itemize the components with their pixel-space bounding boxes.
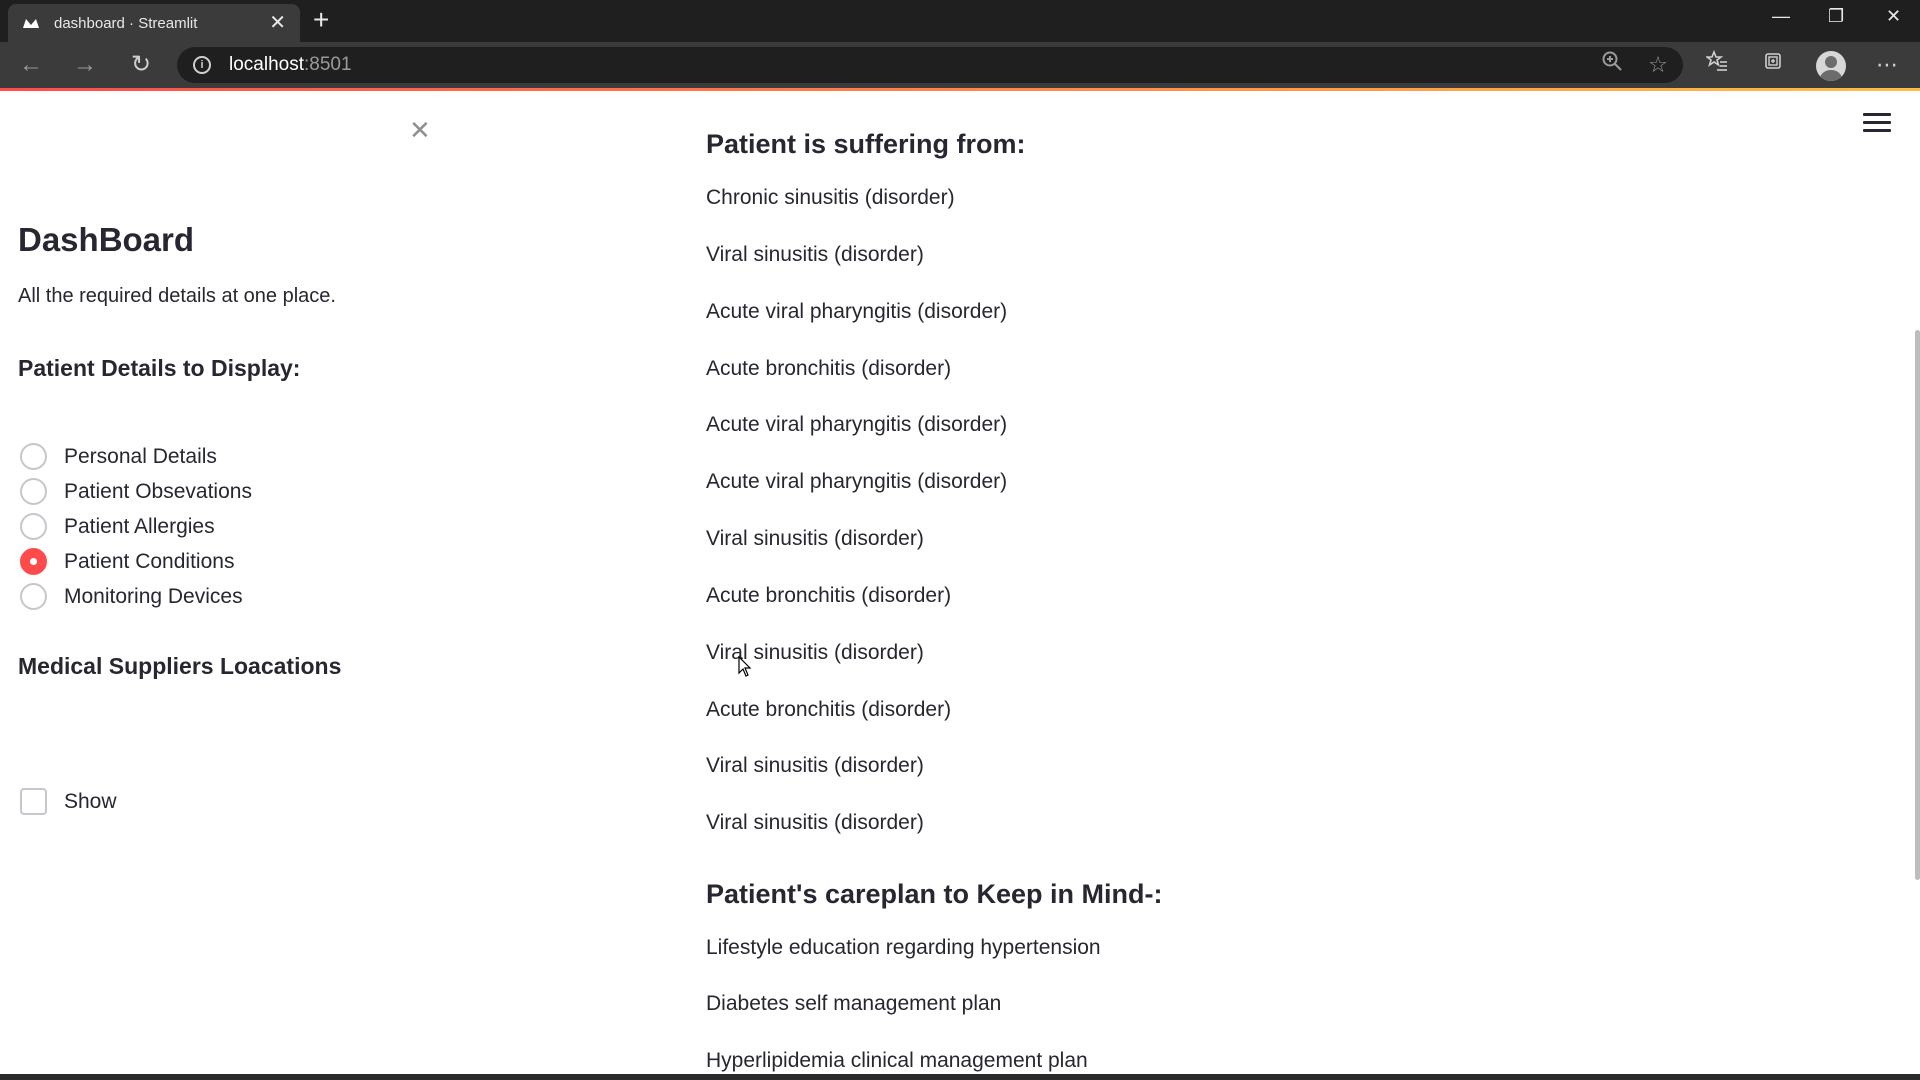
radio-option-patient-conditions[interactable]: Patient Conditions [20, 544, 252, 579]
radio-option-patient-allergies[interactable]: Patient Allergies [20, 509, 252, 544]
browser-tab-bar: dashboard · Streamlit ✕ + — ❐ ✕ [0, 0, 1920, 42]
sidebar: ✕ DashBoard All the required details at … [0, 91, 458, 1080]
condition-item: Viral sinusitis (disorder) [706, 811, 924, 834]
conditions-heading: Patient is suffering from: [706, 129, 1026, 159]
browser-tab[interactable]: dashboard · Streamlit ✕ [8, 4, 300, 42]
site-info-icon[interactable]: i [193, 56, 211, 74]
radio-button[interactable] [20, 478, 47, 505]
careplan-item: Diabetes self management plan [706, 992, 1002, 1015]
sidebar-subtitle: All the required details at one place. [18, 285, 336, 307]
condition-item: Viral sinusitis (disorder) [706, 243, 924, 266]
radio-button[interactable] [20, 443, 47, 470]
sidebar-title: DashBoard [18, 221, 195, 258]
careplan-heading: Patient's careplan to Keep in Mind-: [706, 879, 1163, 909]
radio-label: Patient Conditions [64, 549, 235, 573]
url-port: :8501 [304, 54, 352, 75]
condition-item: Acute bronchitis (disorder) [706, 357, 952, 380]
condition-item: Viral sinusitis (disorder) [706, 754, 924, 777]
tab-title: dashboard · Streamlit [54, 14, 198, 32]
patient-details-radio-group: Personal Details Patient Obsevations Pat… [20, 439, 252, 614]
radio-label: Monitoring Devices [64, 584, 243, 608]
condition-item: Acute viral pharyngitis (disorder) [706, 413, 1008, 436]
tab-close-icon[interactable]: ✕ [269, 13, 286, 33]
radio-label: Personal Details [64, 444, 217, 468]
more-menu-icon[interactable]: ⋯ [1870, 50, 1904, 80]
collections-icon[interactable] [1756, 50, 1790, 80]
radio-option-patient-obsevations[interactable]: Patient Obsevations [20, 474, 252, 509]
restore-button[interactable]: ❐ [1828, 6, 1844, 27]
show-suppliers-checkbox-row[interactable]: Show [20, 788, 117, 815]
radio-button[interactable] [20, 583, 47, 610]
show-checkbox-label: Show [64, 789, 117, 813]
condition-item: Chronic sinusitis (disorder) [706, 186, 955, 209]
condition-item: Acute viral pharyngitis (disorder) [706, 470, 1008, 493]
favorite-star-icon[interactable]: ☆ [1641, 50, 1675, 80]
url-host: localhost [229, 54, 304, 75]
sidebar-close-icon[interactable]: ✕ [409, 115, 431, 145]
window-close-button[interactable]: ✕ [1886, 6, 1901, 27]
radio-label: Patient Allergies [64, 514, 215, 538]
forward-icon[interactable]: → [70, 50, 100, 80]
condition-item: Acute bronchitis (disorder) [706, 584, 952, 607]
radio-group-heading: Patient Details to Display: [18, 355, 301, 381]
back-icon[interactable]: ← [16, 50, 46, 80]
condition-item: Viral sinusitis (disorder) [706, 527, 924, 550]
zoom-icon[interactable] [1595, 50, 1629, 80]
hamburger-menu-icon[interactable] [1863, 113, 1891, 135]
careplan-item: Lifestyle education regarding hypertensi… [706, 936, 1101, 959]
page-scrollbar[interactable] [1915, 330, 1920, 880]
minimize-button[interactable]: — [1772, 6, 1790, 27]
address-bar[interactable]: i localhost:8501 [177, 47, 1683, 83]
main-content: Patient is suffering from: Chronic sinus… [458, 91, 1920, 1080]
radio-option-monitoring-devices[interactable]: Monitoring Devices [20, 579, 252, 614]
profile-avatar-icon[interactable] [1816, 51, 1846, 81]
radio-option-personal-details[interactable]: Personal Details [20, 439, 252, 474]
radio-label: Patient Obsevations [64, 479, 252, 503]
reload-icon[interactable]: ↻ [126, 50, 156, 80]
browser-toolbar: ← → ↻ i localhost:8501 ☆ ⋯ [0, 42, 1920, 88]
condition-item: Acute viral pharyngitis (disorder) [706, 300, 1008, 323]
radio-button-selected[interactable] [20, 548, 47, 575]
favorites-icon[interactable] [1700, 49, 1734, 80]
new-tab-button[interactable]: + [313, 6, 329, 34]
show-checkbox[interactable] [20, 788, 47, 815]
mouse-cursor-icon [738, 655, 752, 683]
careplan-item: Hyperlipidemia clinical management plan [706, 1049, 1088, 1072]
suppliers-heading: Medical Suppliers Loacations [18, 653, 342, 679]
streamlit-logo-icon [22, 16, 40, 30]
window-bottom-edge [0, 1074, 1920, 1080]
radio-button[interactable] [20, 513, 47, 540]
condition-item: Acute bronchitis (disorder) [706, 698, 952, 721]
